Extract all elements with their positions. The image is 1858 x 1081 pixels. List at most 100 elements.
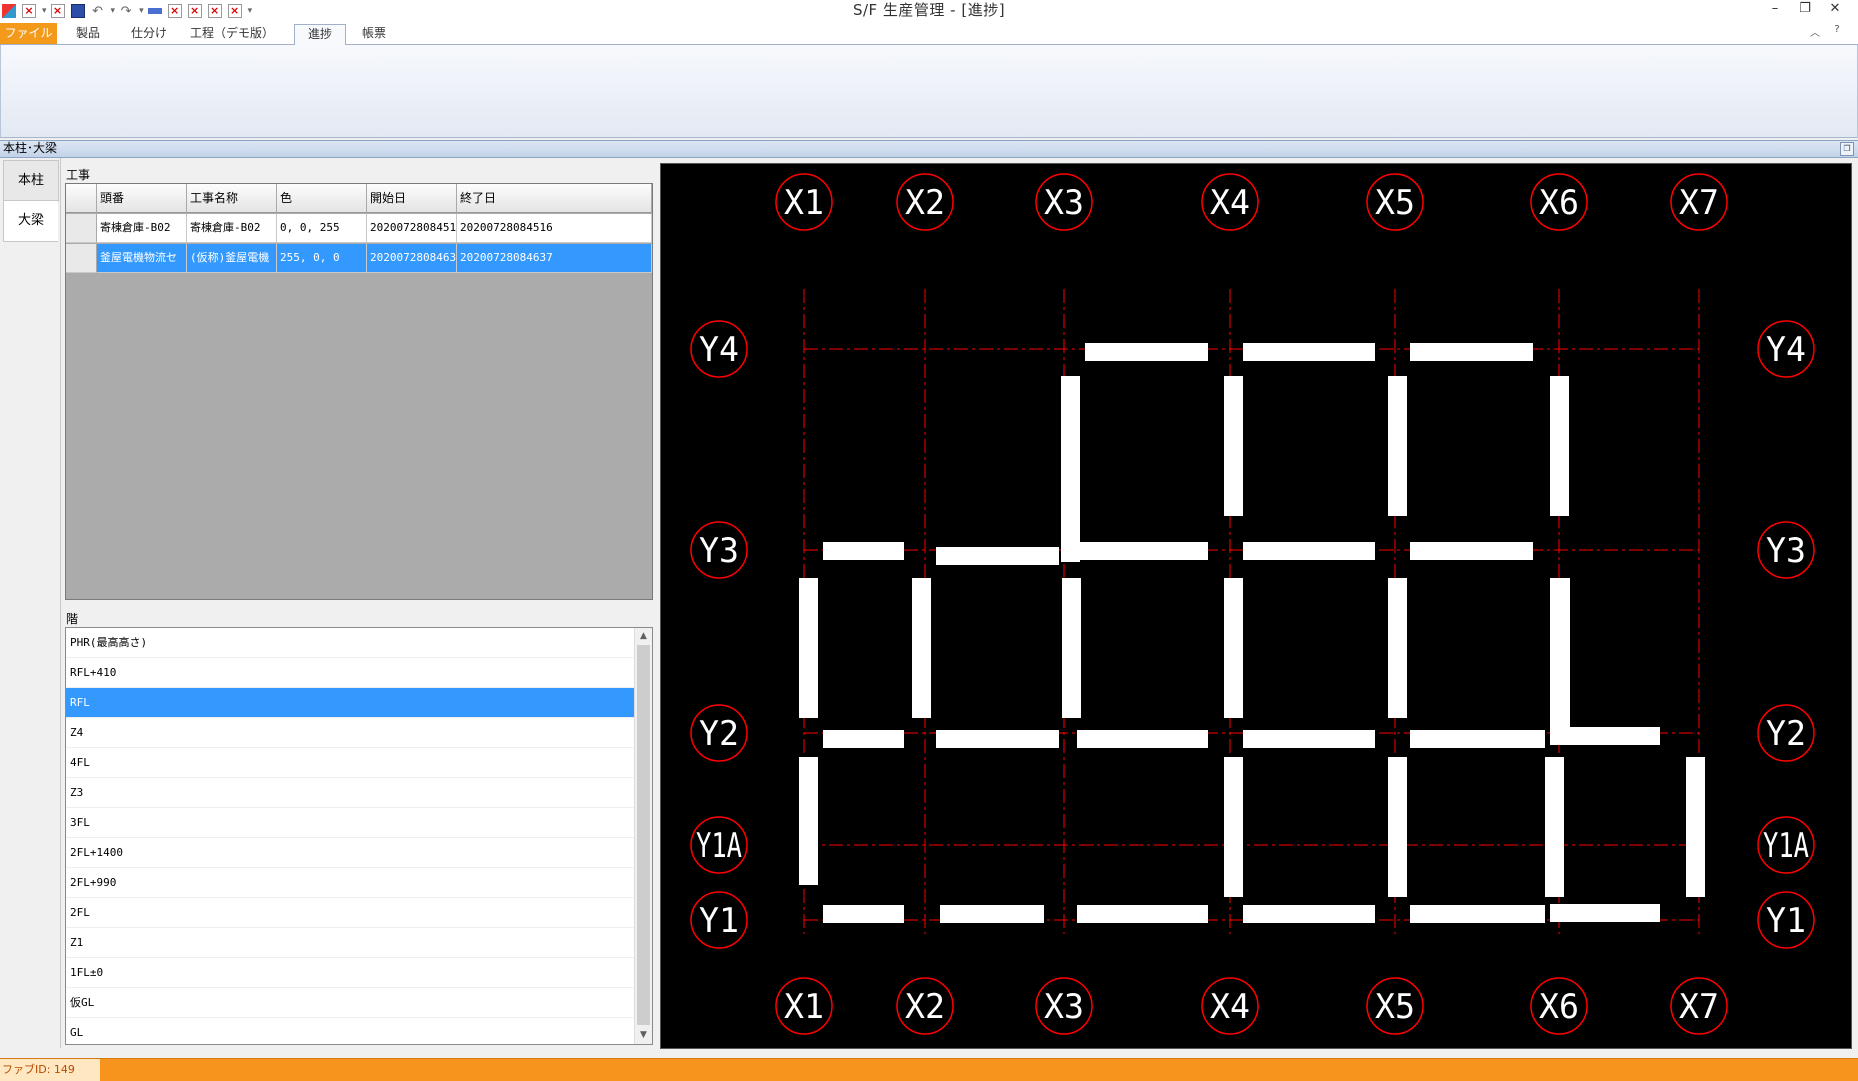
beam-member: [1388, 757, 1407, 897]
beam-member: [1410, 730, 1545, 748]
column-header[interactable]: 終了日: [457, 184, 652, 213]
list-item[interactable]: RFL+410: [66, 658, 634, 688]
scroll-down-icon[interactable]: ▼: [635, 1027, 652, 1044]
grid-corner[interactable]: [66, 184, 97, 213]
list-item[interactable]: 2FL+990: [66, 868, 634, 898]
beam-member: [1061, 376, 1080, 562]
vertical-scrollbar[interactable]: ▲ ▼: [634, 628, 652, 1044]
list-item[interactable]: 2FL+1400: [66, 838, 634, 868]
axis-label: X4: [1210, 183, 1250, 223]
table-cell[interactable]: 20200728084637: [367, 244, 457, 273]
side-tab-columns[interactable]: 本柱: [3, 160, 59, 202]
table-cell[interactable]: (仮称)釜屋電機: [187, 244, 277, 273]
beam-member: [823, 905, 904, 923]
minimize-button[interactable]: –: [1760, 0, 1790, 20]
beam-member: [1243, 730, 1375, 748]
axis-label: X2: [905, 183, 945, 223]
side-tab-strip: 本柱 大梁: [0, 158, 61, 1048]
tab-process-demo[interactable]: 工程（デモ版）: [190, 24, 274, 44]
axis-label: X3: [1044, 987, 1084, 1027]
column-header[interactable]: 色: [277, 184, 367, 213]
beam-member: [823, 730, 904, 748]
project-grid: 頭番 工事名称 色 開始日 終了日 寄棟倉庫-B02 寄棟倉庫-B02 0, 0…: [65, 183, 653, 600]
beam-member: [799, 757, 818, 885]
axis-label: Y3: [1766, 531, 1806, 571]
close-button[interactable]: ✕: [1820, 0, 1850, 20]
beam-member: [1243, 343, 1375, 361]
list-item[interactable]: Z3: [66, 778, 634, 808]
axis-label: X4: [1210, 987, 1250, 1027]
plan-svg: X1 X1 X2 X2 X3 X3 X4 X4 X5 X5 X6 X6 X7 X7 Y4 Y4 Y3 Y3 Y2 Y2…: [690, 173, 1815, 1035]
axis-label: Y2: [699, 714, 739, 754]
axis-label: Y1: [1766, 901, 1806, 941]
beam-member: [823, 542, 904, 560]
beam-member: [1224, 757, 1243, 897]
tab-progress[interactable]: 進捗: [294, 24, 346, 46]
list-item-selected[interactable]: RFL: [66, 688, 634, 718]
table-cell[interactable]: 釜屋電機物流セ: [97, 244, 187, 273]
axis-label: X7: [1679, 987, 1719, 1027]
list-item[interactable]: 2FL: [66, 898, 634, 928]
project-section-label: 工事: [66, 168, 91, 182]
restore-button[interactable]: ❐: [1790, 0, 1820, 20]
floor-list[interactable]: PHR(最高高さ) RFL+410 RFL Z4 4FL Z3 3FL 2FL+…: [65, 627, 653, 1045]
tab-reports[interactable]: 帳票: [356, 24, 392, 44]
beam-member: [1062, 578, 1081, 718]
title-bar: × ▾ × ↶ ▾ ↷ ▾ × × × × ▾ S/F 生産管理 - [進捗] – ❐…: [0, 0, 1858, 22]
column-header[interactable]: 工事名称: [187, 184, 277, 213]
floor-section-label: 階: [66, 612, 79, 626]
status-bar: ファブID: 149: [0, 1058, 1858, 1081]
column-header[interactable]: 頭番: [97, 184, 187, 213]
axis-label: Y1A: [1763, 826, 1809, 866]
table-cell[interactable]: 255, 0, 0: [277, 244, 367, 273]
list-item[interactable]: GL: [66, 1018, 634, 1044]
tab-sorting[interactable]: 仕分け: [125, 24, 173, 44]
tab-file[interactable]: ファイル: [0, 23, 57, 44]
beam-member: [1224, 578, 1243, 718]
panel-restore-icon[interactable]: ❐: [1840, 142, 1854, 156]
beam-member: [1410, 905, 1545, 923]
side-tab-beams[interactable]: 大梁: [3, 200, 58, 242]
ribbon-body: [0, 45, 1858, 138]
beam-member: [1077, 542, 1208, 560]
ribbon-tab-bar: ファイル 製品 仕分け 工程（デモ版） 進捗 帳票: [0, 22, 1858, 46]
table-cell[interactable]: 20200728084516: [457, 214, 652, 243]
help-icon[interactable]: ?: [1826, 24, 1848, 39]
beam-member: [936, 547, 1059, 565]
table-cell[interactable]: 0, 0, 255: [277, 214, 367, 243]
panel-header: 本柱･大梁 ❐: [0, 140, 1858, 158]
table-cell[interactable]: 20200728084516: [367, 214, 457, 243]
beam-member: [1686, 757, 1705, 897]
beam-member: [936, 730, 1059, 748]
table-cell[interactable]: 寄棟倉庫-B02: [97, 214, 187, 243]
list-item[interactable]: 3FL: [66, 808, 634, 838]
scroll-thumb[interactable]: [637, 645, 650, 1025]
table-row-selected[interactable]: 釜屋電機物流セ (仮称)釜屋電機 255, 0, 0 2020072808463…: [66, 244, 652, 273]
list-item[interactable]: 4FL: [66, 748, 634, 778]
row-header[interactable]: [66, 244, 97, 273]
list-item[interactable]: 1FL±0: [66, 958, 634, 988]
list-item[interactable]: Z1: [66, 928, 634, 958]
beam-member: [1224, 376, 1243, 516]
axis-label: Y1: [699, 901, 739, 941]
list-item[interactable]: PHR(最高高さ): [66, 628, 634, 658]
table-cell[interactable]: 寄棟倉庫-B02: [187, 214, 277, 243]
axis-label: Y3: [699, 531, 739, 571]
list-item[interactable]: Z4: [66, 718, 634, 748]
axis-label: X2: [905, 987, 945, 1027]
beam-member: [1085, 343, 1208, 361]
row-header[interactable]: [66, 214, 97, 243]
table-row[interactable]: 寄棟倉庫-B02 寄棟倉庫-B02 0, 0, 255 202007280845…: [66, 214, 652, 243]
table-cell[interactable]: 20200728084637: [457, 244, 652, 273]
beam-member: [1388, 376, 1407, 516]
collapse-ribbon-icon[interactable]: ︿: [1804, 24, 1826, 39]
beam-member: [1550, 904, 1660, 922]
scroll-up-icon[interactable]: ▲: [635, 628, 652, 645]
beam-member: [1550, 727, 1660, 745]
structural-plan-canvas[interactable]: X1 X1 X2 X2 X3 X3 X4 X4 X5 X5 X6 X6 X7 X7 Y4 Y4 Y3 Y3 Y2 Y2…: [660, 163, 1852, 1049]
list-item[interactable]: 仮GL: [66, 988, 634, 1018]
tab-products[interactable]: 製品: [70, 24, 106, 44]
axis-label: X1: [784, 987, 824, 1027]
column-header[interactable]: 開始日: [367, 184, 457, 213]
beam-member: [1550, 376, 1569, 516]
